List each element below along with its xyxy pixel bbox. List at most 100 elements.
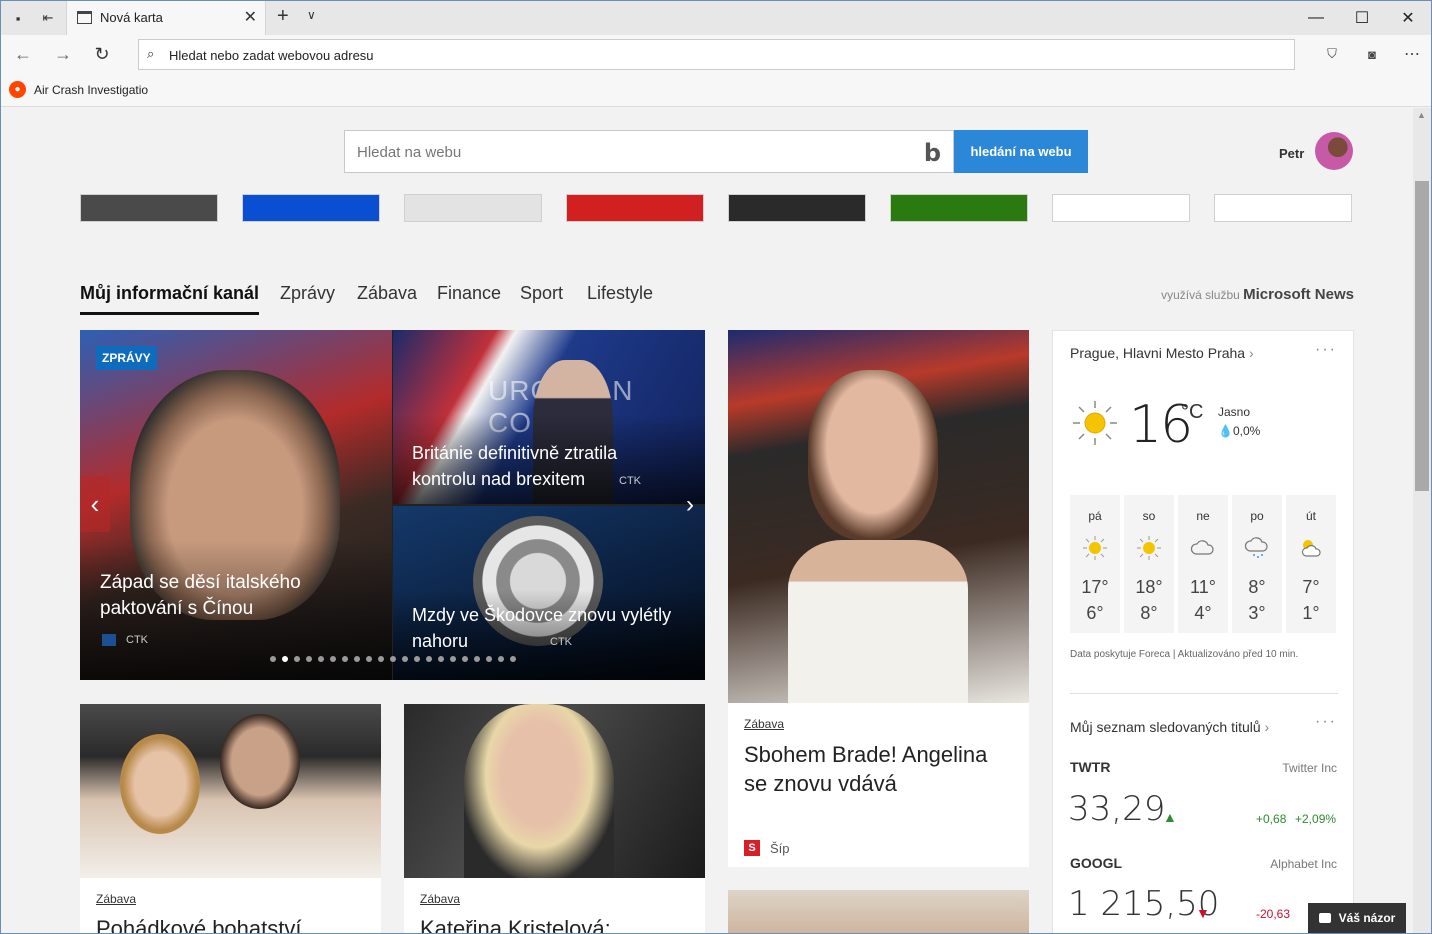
forward-button[interactable]: → — [49, 41, 77, 67]
top-site-tile[interactable] — [1052, 194, 1190, 222]
carousel-dot[interactable] — [426, 656, 432, 662]
carousel-dot[interactable] — [294, 656, 300, 662]
hero-sub-story-1[interactable]: UROPEAN COUN Británie definitivně ztrati… — [393, 330, 705, 504]
carousel-dot[interactable] — [342, 656, 348, 662]
web-search-input[interactable] — [357, 142, 897, 162]
forecast-day[interactable]: po 8° 3° — [1232, 495, 1282, 633]
address-input[interactable] — [169, 45, 1269, 65]
address-bar[interactable]: ⌕ — [138, 39, 1295, 70]
new-tab-button[interactable]: + — [277, 5, 289, 28]
feedback-button[interactable]: Váš názor — [1308, 903, 1406, 933]
favorite-item[interactable]: ● Air Crash Investigatio — [9, 81, 148, 98]
carousel-dot[interactable] — [414, 656, 420, 662]
watchlist-title[interactable]: Můj seznam sledovaných titulů › — [1070, 719, 1269, 735]
top-site-tile[interactable] — [566, 194, 704, 222]
stock-change: +0,68 — [1256, 812, 1287, 826]
carousel-dot[interactable] — [270, 656, 276, 662]
search-icon: ⌕ — [147, 46, 155, 61]
scrollbar[interactable]: ▲ — [1413, 108, 1431, 933]
tab-switcher-icon[interactable]: ▪ — [9, 9, 27, 27]
minimize-button[interactable]: — — [1293, 1, 1339, 35]
carousel-dot[interactable] — [318, 656, 324, 662]
forecast-day-label: po — [1250, 509, 1264, 523]
refresh-button[interactable]: ↻ — [88, 41, 116, 67]
divider — [1070, 693, 1338, 694]
feedback-label: Váš názor — [1338, 911, 1396, 925]
close-tab-icon[interactable]: ✕ — [244, 7, 257, 27]
temperature-unit[interactable]: °C — [1181, 401, 1203, 424]
forecast-day[interactable]: ne 11° 4° — [1178, 495, 1228, 633]
carousel-dot[interactable] — [498, 656, 504, 662]
card-category[interactable]: Zábava — [744, 717, 784, 731]
carousel-prev-button[interactable]: ‹ — [80, 476, 110, 532]
shield-extension-icon[interactable]: ⛉ — [1323, 45, 1341, 63]
user-name[interactable]: Petr — [1279, 146, 1304, 161]
forecast-day[interactable]: út 7° 1° — [1286, 495, 1336, 633]
tab-entertainment[interactable]: Zábava — [357, 283, 417, 312]
hero-main-story[interactable]: ZPRÁVY Západ se děsí italského paktování… — [80, 330, 392, 680]
carousel-dot[interactable] — [474, 656, 480, 662]
carousel-dot[interactable] — [330, 656, 336, 662]
stock-ticker[interactable]: GOOGL — [1070, 855, 1122, 871]
forecast-day[interactable]: pá 17° 6° — [1070, 495, 1120, 633]
cloud-icon — [1190, 540, 1214, 555]
hero-sub-story-2[interactable]: Mzdy ve Škodovce znovu vylétly nahoru CT… — [393, 506, 705, 680]
carousel-dot[interactable] — [486, 656, 492, 662]
card-category[interactable]: Zábava — [96, 892, 136, 906]
pocket-extension-icon[interactable]: ◙ — [1363, 45, 1381, 63]
news-card[interactable]: Zábava Sbohem Brade! Angelina se znovu v… — [728, 330, 1029, 867]
carousel-dot[interactable] — [354, 656, 360, 662]
top-site-tile[interactable] — [80, 194, 218, 222]
chevron-down-icon[interactable]: ∨ — [307, 8, 316, 22]
rain-icon — [1244, 537, 1268, 558]
top-site-tile[interactable] — [890, 194, 1028, 222]
web-search-button[interactable]: hledání na webu — [954, 130, 1088, 173]
more-options-icon[interactable]: ··· — [1315, 341, 1337, 359]
carousel-dot[interactable] — [450, 656, 456, 662]
more-options-icon[interactable]: ⋯ — [1403, 45, 1421, 63]
carousel-dot[interactable] — [366, 656, 372, 662]
carousel-pagination — [270, 656, 516, 662]
scrollbar-thumb[interactable] — [1415, 181, 1429, 491]
news-card[interactable]: Zábava Kateřina Kristelová: — [404, 704, 705, 933]
set-aside-tabs-icon[interactable]: ⇤ — [39, 9, 57, 27]
forecast-low: 6° — [1086, 603, 1104, 623]
page-icon — [77, 11, 92, 24]
hero-carousel: ZPRÁVY Západ se děsí italského paktování… — [80, 330, 705, 680]
bing-logo-icon: b — [923, 139, 941, 167]
tab-my-feed[interactable]: Můj informační kanál — [80, 283, 260, 315]
news-card[interactable]: Zábava Pohádkové bohatství — [80, 704, 381, 933]
carousel-next-button[interactable]: › — [675, 490, 705, 520]
sun-icon — [1137, 536, 1161, 560]
weather-condition: Jasno — [1218, 405, 1251, 419]
avatar[interactable] — [1315, 132, 1353, 170]
back-button[interactable]: ← — [9, 41, 37, 67]
tab-news[interactable]: Zprávy — [280, 283, 335, 312]
carousel-dot[interactable] — [462, 656, 468, 662]
tab-new-tab[interactable]: Nová karta ✕ — [66, 1, 266, 35]
carousel-dot[interactable] — [510, 656, 516, 662]
story-image — [80, 704, 381, 878]
carousel-dot[interactable] — [282, 656, 288, 662]
stock-ticker[interactable]: TWTR — [1070, 759, 1110, 775]
carousel-dot[interactable] — [390, 656, 396, 662]
weather-location[interactable]: Prague, Hlavni Mesto Praha › — [1070, 345, 1254, 361]
tab-sport[interactable]: Sport — [520, 283, 563, 312]
more-options-icon[interactable]: ··· — [1315, 713, 1337, 731]
top-site-tile[interactable] — [242, 194, 380, 222]
news-card[interactable] — [728, 890, 1029, 933]
scroll-up-icon[interactable]: ▲ — [1417, 110, 1426, 120]
carousel-dot[interactable] — [378, 656, 384, 662]
tab-finance[interactable]: Finance — [437, 283, 501, 312]
top-site-tile[interactable] — [1214, 194, 1352, 222]
card-category[interactable]: Zábava — [420, 892, 460, 906]
carousel-dot[interactable] — [306, 656, 312, 662]
tab-lifestyle[interactable]: Lifestyle — [587, 283, 653, 312]
top-site-tile[interactable] — [404, 194, 542, 222]
forecast-day[interactable]: so 18° 8° — [1124, 495, 1174, 633]
top-site-tile[interactable] — [728, 194, 866, 222]
close-window-button[interactable]: ✕ — [1385, 1, 1431, 35]
maximize-button[interactable]: ☐ — [1339, 1, 1385, 35]
carousel-dot[interactable] — [402, 656, 408, 662]
carousel-dot[interactable] — [438, 656, 444, 662]
